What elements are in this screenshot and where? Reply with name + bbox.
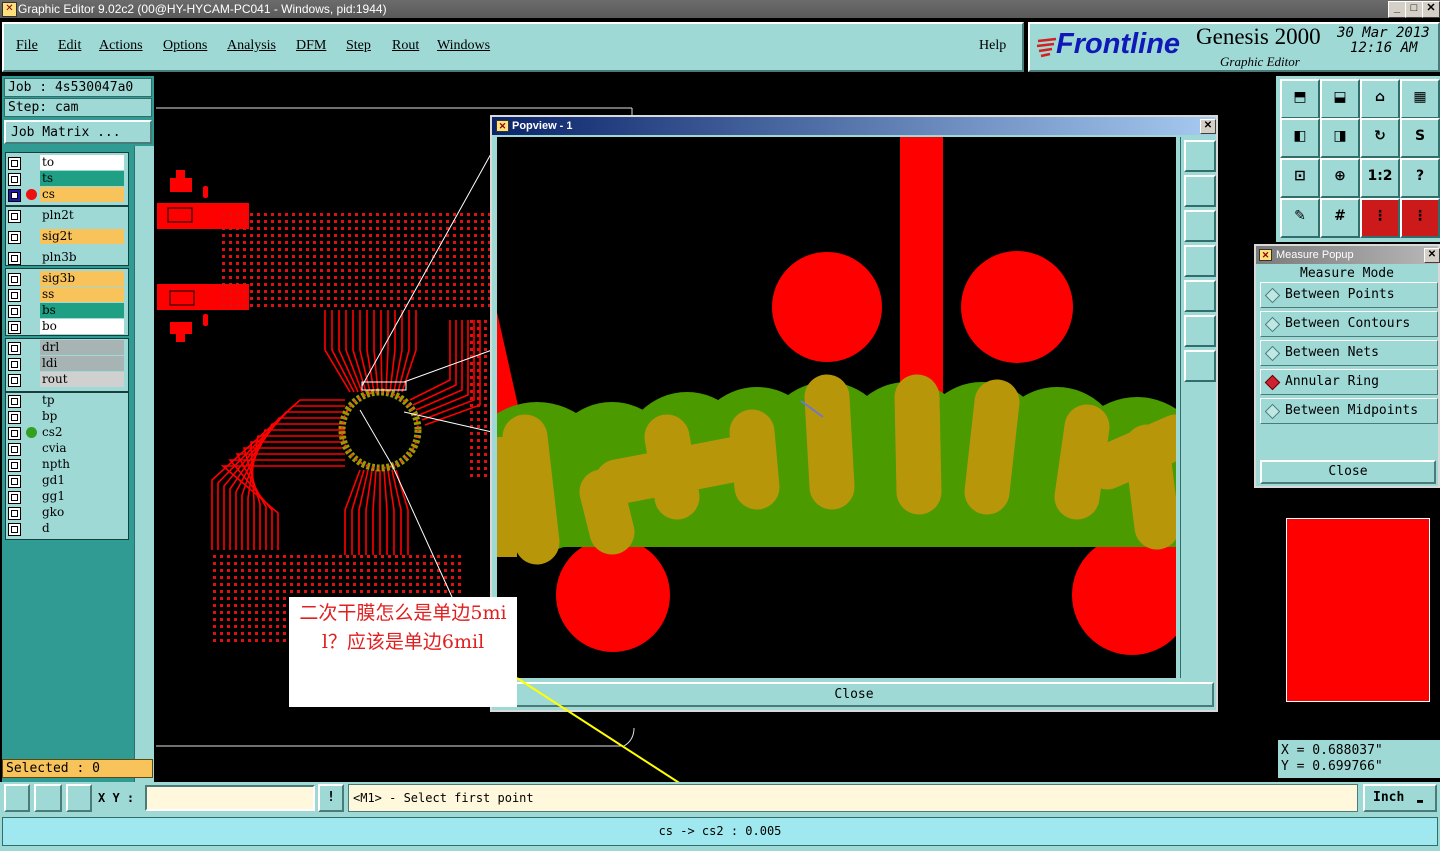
components-icon[interactable]: ⋮ — [1400, 198, 1440, 238]
snap-icon[interactable]: S — [1400, 118, 1440, 158]
radio-diamond-icon — [1264, 403, 1281, 420]
annotation-arrow-icon — [516, 677, 725, 812]
grid-icon[interactable]: # — [1320, 198, 1360, 238]
zoom-fit-icon[interactable]: ⊡ — [1280, 158, 1320, 198]
home-view-icon[interactable]: ⌂ — [1360, 79, 1400, 119]
help-query-icon[interactable]: ? — [1400, 158, 1440, 198]
measure-result: cs -> cs2 : 0.005 — [2, 817, 1438, 846]
dropdown-arrow-icon: ▬ — [1417, 796, 1424, 807]
line-tool-icon[interactable] — [34, 784, 62, 812]
overview-viewport — [1286, 518, 1430, 702]
x-coordinate: X = 0.688037" — [1281, 743, 1383, 758]
measure-app-icon: ✕ — [1259, 249, 1272, 261]
coordinate-readout: X = 0.688037" Y = 0.699766" — [1278, 740, 1440, 778]
measure-close-button[interactable]: Close — [1260, 460, 1436, 484]
pan-left-icon[interactable]: ◧ — [1280, 118, 1320, 158]
measure-option-midpoints[interactable]: Between Midpoints — [1260, 398, 1438, 424]
xy-input[interactable] — [145, 785, 315, 811]
zoom-home-icon[interactable]: ⬒ — [1280, 79, 1320, 119]
redraw-icon[interactable]: ↻ — [1360, 118, 1400, 158]
radio-diamond-icon — [1264, 316, 1281, 333]
measure-popup: Measure Popup ✕ ✕ Measure Mode Between P… — [1254, 244, 1440, 488]
zoom-center-icon[interactable]: ⊕ — [1320, 158, 1360, 198]
radio-diamond-icon — [1264, 345, 1281, 362]
measure-close-icon[interactable]: ✕ — [1424, 248, 1440, 263]
radio-diamond-selected-icon — [1264, 374, 1281, 391]
unit-label: Inch — [1373, 790, 1405, 805]
unit-selector[interactable]: Inch ▬ — [1363, 784, 1437, 812]
pan-down-icon[interactable]: ⬓ — [1320, 79, 1360, 119]
measure-mode-header: Measure Mode — [1300, 266, 1394, 281]
netlist-icon[interactable]: ⋮ — [1360, 198, 1400, 238]
y-coordinate: Y = 0.699766" — [1281, 759, 1383, 774]
overview-map[interactable] — [1278, 510, 1440, 710]
measure-option-contours[interactable]: Between Contours — [1260, 311, 1438, 337]
pan-right-icon[interactable]: ◨ — [1320, 118, 1360, 158]
zoom-ratio-icon[interactable]: 1:2 — [1360, 158, 1400, 198]
zoom-select-icon[interactable] — [4, 784, 30, 812]
measure-tool-icon[interactable]: ✎ — [1280, 198, 1320, 238]
measure-option-points[interactable]: Between Points — [1260, 282, 1438, 308]
window-view-icon[interactable]: ▦ — [1400, 79, 1440, 119]
measure-option-annular[interactable]: Annular Ring — [1260, 369, 1438, 395]
prompt-line: <M1> - Select first point — [348, 784, 1358, 812]
alert-icon[interactable]: ! — [318, 784, 344, 812]
measure-option-nets[interactable]: Between Nets — [1260, 340, 1438, 366]
grid-snap-icon[interactable] — [66, 784, 92, 812]
measure-titlebar: Measure Popup — [1256, 246, 1438, 264]
xy-label: X Y : — [98, 791, 135, 805]
radio-diamond-icon — [1264, 287, 1281, 304]
